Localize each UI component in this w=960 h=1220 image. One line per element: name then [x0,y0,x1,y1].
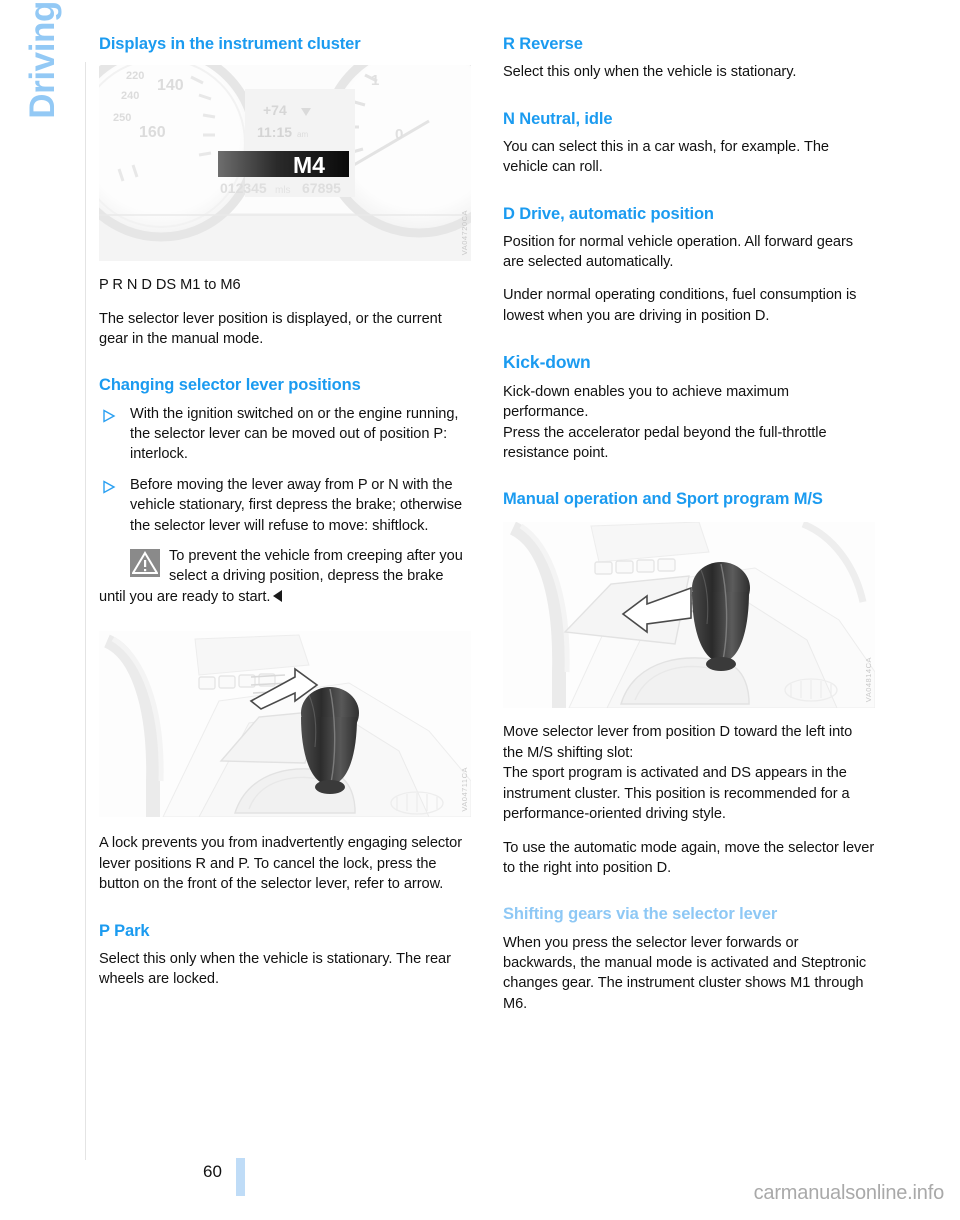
svg-text:012345: 012345 [220,180,267,196]
instrument-cluster-illustration: 220 240 250 140 160 1 0 +74 11:15 am M4 … [99,65,471,262]
shifting-gears-text: When you press the selector lever forwar… [503,934,867,1012]
svg-text:160: 160 [139,124,166,141]
manual-operation-text-2: To use the automatic mode again, move th… [503,839,875,877]
heading-d-drive: D Drive, automatic position [503,204,714,223]
r-reverse-text: Select this only when the vehicle is sta… [503,64,797,81]
selector-positions-line: P R N D DS M1 to M6 [99,277,241,294]
heading-p-park: P Park [99,921,150,940]
heading-n-neutral: N Neutral, idle [503,109,613,128]
heading-kick-down: Kick-down [503,352,591,373]
figure-code-ms: VA04814CA [864,657,873,703]
svg-text:mls: mls [275,185,291,196]
p-park-text: Select this only when the vehicle is sta… [99,950,451,988]
svg-text:+74: +74 [263,102,287,118]
heading-shifting-gears-via-selector-lever: Shifting gears via the selector lever [503,905,778,924]
selector-positions-description: The selector lever position is displayed… [99,310,442,347]
svg-text:1: 1 [371,72,379,89]
svg-text:M4: M4 [293,152,325,178]
figure-selector-lever: VA04711CA [99,631,471,818]
ms-slot-illustration [503,522,875,709]
svg-text:140: 140 [157,77,184,94]
list-item-text: Before moving the lever away from P or N… [130,476,463,534]
page-number: 60 [203,1162,222,1181]
svg-text:67895: 67895 [302,180,341,196]
chapter-tab: Driving [0,0,86,260]
heading-r-reverse: R Reverse [503,35,583,53]
d-drive-text-1: Position for normal vehicle operation. A… [503,233,854,271]
warning-triangle-icon [130,549,160,578]
svg-text:220: 220 [126,70,144,82]
svg-text:0: 0 [395,126,403,143]
svg-text:250: 250 [113,112,131,124]
svg-text:am: am [297,130,308,139]
selector-lever-illustration [99,631,471,818]
page-number-bar [236,1158,245,1196]
d-drive-text-2: Under normal operating conditions, fuel … [503,287,857,324]
column-divider-rule [85,62,86,1160]
lock-description: A lock prevents you from inadvertently e… [99,835,463,893]
changing-positions-list: With the ignition switched on or the eng… [99,404,471,537]
figure-code-lever: VA04711CA [460,766,469,812]
figure-ms-shifting-slot: VA04814CA [503,522,875,709]
svg-text:11:15: 11:15 [257,124,292,140]
heading-displays-in-instrument-cluster: Displays in the instrument cluster [99,35,361,53]
figure-code-cluster: VA04720CA [460,209,469,256]
list-item: With the ignition switched on or the eng… [99,404,471,465]
list-item: Before moving the lever away from P or N… [99,475,471,536]
heading-changing-selector-lever-positions: Changing selector lever positions [99,376,361,395]
warning-note-block: To prevent the vehicle from creeping aft… [99,546,471,607]
note-end-marker-icon [273,589,283,602]
svg-text:240: 240 [121,90,139,102]
heading-manual-operation-sport-program: Manual operation and Sport program M/S [503,490,823,509]
site-watermark: carmanualsonline.info [753,1182,945,1204]
manual-page: Driving Displays in the instrument clust… [0,0,960,1220]
n-neutral-text: You can select this in a car wash, for e… [503,138,829,176]
right-column: R Reverse Select this only when the vehi… [503,34,875,1014]
list-item-text: With the ignition switched on or the eng… [130,405,459,463]
manual-operation-text-1: Move selector lever from position D towa… [503,724,853,823]
left-column: Displays in the instrument cluster 220 2… [99,34,471,1003]
kick-down-text: Kick-down enables you to achieve maximum… [503,383,827,461]
chapter-tab-label: Driving [23,1,62,119]
figure-instrument-cluster: 220 240 250 140 160 1 0 +74 11:15 am M4 … [99,65,471,262]
